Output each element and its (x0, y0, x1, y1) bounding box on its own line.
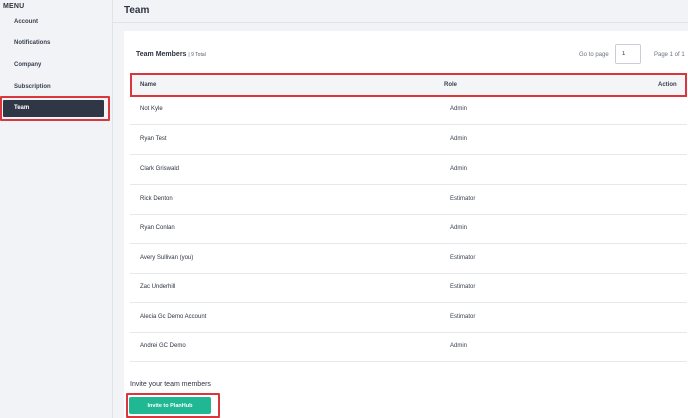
member-name: Avery Sullivan (you) (140, 255, 194, 261)
column-header-name[interactable]: Name (140, 82, 156, 88)
member-name: Rick Denton (140, 196, 173, 202)
sidebar-item-team[interactable]: Team (3, 100, 104, 117)
member-role: Admin (450, 106, 468, 112)
team-members-card: Team Members | 9 Total Go to page Page 1… (124, 31, 688, 418)
member-role: Admin (450, 225, 468, 231)
page-header: Team (113, 0, 688, 23)
table-row[interactable]: Andrei GC Demo Admin (130, 332, 687, 362)
team-members-total: | 9 Total (188, 52, 206, 58)
team-members-title: Team Members | 9 Total (136, 51, 206, 58)
table-row[interactable]: Not Kyle Admin (130, 95, 687, 125)
member-role: Admin (450, 136, 468, 142)
column-header-action: Action (658, 82, 677, 88)
sidebar-item-subscription[interactable]: Subscription (14, 84, 51, 90)
table-row[interactable]: Ryan Conlan Admin (130, 214, 687, 244)
sidebar: MENU Account Notifications Company Subsc… (0, 0, 113, 418)
member-name: Andrei GC Demo (140, 343, 186, 349)
member-role: Estimator (450, 255, 476, 261)
member-role: Admin (450, 343, 468, 349)
member-name: Zac Underhill (140, 284, 176, 290)
sidebar-item-notifications[interactable]: Notifications (14, 40, 50, 46)
table-row[interactable]: Rick Denton Estimator (130, 185, 687, 215)
member-name: Clark Griswald (140, 166, 180, 172)
goto-page-input[interactable] (615, 44, 641, 64)
invite-title: Invite your team members (130, 381, 211, 388)
menu-title: MENU (3, 3, 25, 10)
table-header: Name Role Action (130, 73, 687, 97)
member-role: Estimator (450, 314, 476, 320)
table-row[interactable]: Clark Griswald Admin (130, 155, 687, 185)
member-name: Ryan Test (140, 136, 167, 142)
table-row[interactable]: Zac Underhill Estimator (130, 273, 687, 303)
page-indicator: Page 1 of 1 (654, 52, 685, 58)
member-role: Admin (450, 166, 468, 172)
column-header-role[interactable]: Role (444, 82, 457, 88)
invite-to-planhub-button[interactable]: Invite to PlanHub (129, 397, 211, 414)
table-row[interactable]: Ryan Test Admin (130, 125, 687, 155)
member-name: Alecia Gc Demo Account (140, 314, 207, 320)
member-name: Ryan Conlan (140, 225, 175, 231)
sidebar-item-company[interactable]: Company (14, 62, 41, 68)
page-title: Team (124, 5, 150, 16)
table-row[interactable]: Alecia Gc Demo Account Estimator (130, 303, 687, 333)
goto-page-label: Go to page (579, 52, 609, 58)
sidebar-item-account[interactable]: Account (14, 19, 38, 25)
team-members-heading: Team Members (136, 51, 187, 58)
member-role: Estimator (450, 196, 476, 202)
member-role: Estimator (450, 284, 476, 290)
member-name: Not Kyle (140, 106, 163, 112)
table-row[interactable]: Avery Sullivan (you) Estimator (130, 244, 687, 274)
